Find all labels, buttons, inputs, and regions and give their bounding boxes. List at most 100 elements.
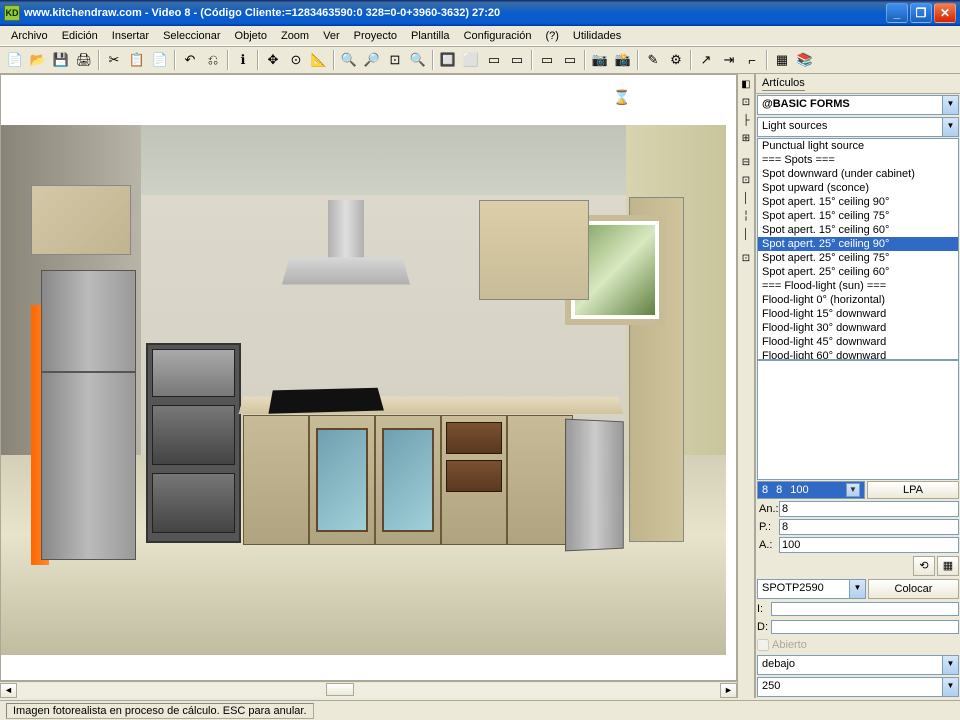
position-combo[interactable]: debajo ▼ — [757, 655, 959, 675]
toolbar-button[interactable]: 📋 — [126, 49, 148, 71]
code-combo[interactable]: SPOTP2590 ▼ — [757, 579, 866, 599]
dropdown-icon[interactable]: ▼ — [942, 96, 958, 114]
menu-item[interactable]: Zoom — [274, 28, 316, 44]
toolbar-button[interactable]: ↶ — [179, 49, 201, 71]
toolbar-button[interactable]: ✂ — [103, 49, 125, 71]
vtoolbar-button[interactable]: ├ — [738, 112, 754, 130]
vtoolbar-button[interactable]: │ — [738, 226, 754, 244]
menu-item[interactable]: Insertar — [105, 28, 156, 44]
toolbar-button[interactable]: 💾 — [50, 49, 72, 71]
list-item[interactable]: === Flood-light (sun) === — [758, 279, 958, 293]
toolbar-button[interactable]: ⚙ — [665, 49, 687, 71]
menu-item[interactable]: Proyecto — [347, 28, 404, 44]
vtoolbar-button[interactable]: │ — [738, 190, 754, 208]
toolbar-button[interactable]: 📄 — [4, 49, 26, 71]
toolbar-button[interactable]: 🔍 — [338, 49, 360, 71]
list-item[interactable]: Spot downward (under cabinet) — [758, 167, 958, 181]
menu-item[interactable]: Objeto — [228, 28, 274, 44]
place-button[interactable]: Colocar — [868, 579, 959, 599]
list-item[interactable]: Flood-light 30° downward — [758, 321, 958, 335]
vtoolbar-button[interactable]: ╎ — [738, 208, 754, 226]
toolbar-button[interactable]: 📂 — [27, 49, 49, 71]
toolbar-button[interactable]: ⬜ — [460, 49, 482, 71]
scroll-left-button[interactable]: ◄ — [0, 683, 17, 698]
depth-input[interactable] — [779, 519, 959, 535]
list-item[interactable]: Spot apert. 15° ceiling 75° — [758, 209, 958, 223]
lpa-button[interactable]: LPA — [867, 481, 959, 499]
toolbar-button[interactable]: ✥ — [262, 49, 284, 71]
toolbar-button[interactable]: ⇥ — [718, 49, 740, 71]
list-item[interactable]: Flood-light 45° downward — [758, 335, 958, 349]
vtoolbar-button[interactable]: ⊡ — [738, 172, 754, 190]
toolbar-button[interactable]: ⊙ — [285, 49, 307, 71]
list-item[interactable]: Flood-light 60° downward — [758, 349, 958, 360]
toolbar-button[interactable]: 📷 — [589, 49, 611, 71]
minimize-button[interactable]: _ — [886, 3, 908, 23]
toolbar-button[interactable]: ⌐ — [741, 49, 763, 71]
vtoolbar-button[interactable]: ⊡ — [738, 94, 754, 112]
toolbar-button[interactable]: 📄 — [149, 49, 171, 71]
dropdown-icon[interactable]: ▼ — [846, 483, 860, 497]
list-item[interactable]: Spot apert. 15° ceiling 60° — [758, 223, 958, 237]
menu-item[interactable]: (?) — [538, 28, 565, 44]
list-item[interactable]: Spot apert. 25° ceiling 75° — [758, 251, 958, 265]
width-input[interactable] — [779, 501, 959, 517]
maximize-button[interactable]: ❐ — [910, 3, 932, 23]
viewport-3d[interactable]: ⌛ — [0, 74, 737, 681]
dropdown-icon[interactable]: ▼ — [942, 118, 958, 136]
vtoolbar-button[interactable]: ◧ — [738, 76, 754, 94]
menu-item[interactable]: Edición — [55, 28, 105, 44]
toolbar-button[interactable]: ✎ — [642, 49, 664, 71]
toolbar-button[interactable]: 📚 — [794, 49, 816, 71]
dropdown-icon[interactable]: ▼ — [942, 678, 958, 696]
toolbar-button[interactable]: ▭ — [559, 49, 581, 71]
menu-item[interactable]: Plantilla — [404, 28, 457, 44]
toolbar-button[interactable]: 🖨 — [73, 49, 95, 71]
toolbar-button[interactable]: ℹ — [232, 49, 254, 71]
menu-item[interactable]: Archivo — [4, 28, 55, 44]
list-item[interactable]: === Spots === — [758, 153, 958, 167]
toolbar-button[interactable]: ▭ — [506, 49, 528, 71]
toolbar-button[interactable]: ⎌ — [202, 49, 224, 71]
toolbar-button[interactable]: ▭ — [536, 49, 558, 71]
vtoolbar-button[interactable]: ⊞ — [738, 130, 754, 148]
i-input[interactable] — [771, 602, 959, 616]
list-item[interactable]: Flood-light 0° (horizontal) — [758, 293, 958, 307]
list-item[interactable]: Spot upward (sconce) — [758, 181, 958, 195]
catalog-combo[interactable]: @BASIC FORMS ▼ — [757, 95, 959, 115]
list-item[interactable]: Spot apert. 25° ceiling 90° — [758, 237, 958, 251]
items-listbox[interactable]: Punctual light source=== Spots ===Spot d… — [757, 138, 959, 360]
dimensions-display[interactable]: 8 8 100 ▼ — [757, 481, 865, 499]
vtoolbar-button[interactable]: ⊟ — [738, 154, 754, 172]
toolbar-button[interactable]: ▦ — [771, 49, 793, 71]
toolbar-button[interactable]: 🔍 — [407, 49, 429, 71]
refresh-button[interactable]: ⟲ — [913, 556, 935, 576]
toolbar-button[interactable]: 📐 — [308, 49, 330, 71]
horizontal-scrollbar[interactable]: ◄ ► — [0, 681, 737, 698]
d-input[interactable] — [771, 620, 959, 634]
toolbar-button[interactable]: ⊡ — [384, 49, 406, 71]
height-offset-combo[interactable]: 250 ▼ — [757, 677, 959, 697]
list-item[interactable]: Spot apert. 15° ceiling 90° — [758, 195, 958, 209]
preview-listbox[interactable] — [757, 360, 959, 480]
menu-item[interactable]: Configuración — [457, 28, 539, 44]
inspect-button[interactable]: ▦ — [937, 556, 959, 576]
toolbar-button[interactable]: 📸 — [612, 49, 634, 71]
dropdown-icon[interactable]: ▼ — [849, 580, 865, 598]
dropdown-icon[interactable]: ▼ — [942, 656, 958, 674]
toolbar-button[interactable]: ▭ — [483, 49, 505, 71]
menu-item[interactable]: Ver — [316, 28, 347, 44]
menu-item[interactable]: Seleccionar — [156, 28, 227, 44]
toolbar-button[interactable]: ↗ — [695, 49, 717, 71]
list-item[interactable]: Spot apert. 25° ceiling 60° — [758, 265, 958, 279]
list-item[interactable]: Flood-light 15° downward — [758, 307, 958, 321]
scroll-thumb[interactable] — [326, 683, 354, 696]
list-item[interactable]: Punctual light source — [758, 139, 958, 153]
scroll-right-button[interactable]: ► — [720, 683, 737, 698]
category-combo[interactable]: Light sources ▼ — [757, 117, 959, 137]
height-input[interactable] — [779, 537, 959, 553]
toolbar-button[interactable]: 🔲 — [437, 49, 459, 71]
menu-item[interactable]: Utilidades — [566, 28, 628, 44]
close-button[interactable]: ✕ — [934, 3, 956, 23]
toolbar-button[interactable]: 🔎 — [361, 49, 383, 71]
